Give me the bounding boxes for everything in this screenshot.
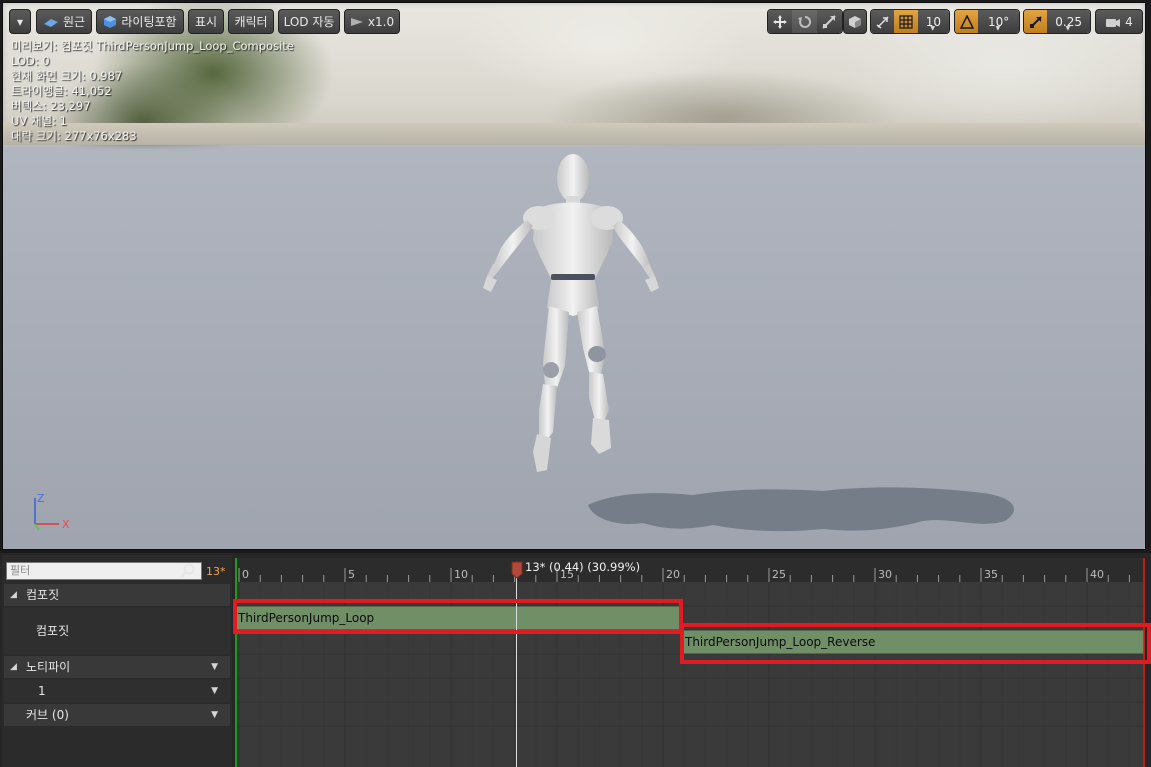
rotation-snap-value[interactable]: 10° ▼ — [978, 10, 1019, 33]
scale-snap-icon — [1029, 15, 1042, 28]
move-arrows-icon — [773, 14, 788, 29]
ruler-tick-label: 5 — [348, 568, 355, 581]
playhead-handle[interactable] — [511, 561, 523, 579]
current-frame-indicator: 13* — [206, 565, 226, 578]
scale-icon — [822, 14, 837, 29]
curves-section-header[interactable]: 커브 (0) ▼ — [4, 704, 230, 726]
notify-section-header[interactable]: ◢ 노티파이 ▼ — [4, 656, 230, 678]
axis-x-label: X — [62, 518, 70, 531]
scale-tool[interactable] — [816, 10, 842, 33]
notify-track-row[interactable]: 1 ▼ — [4, 680, 230, 702]
chevron-down-icon[interactable]: ▼ — [211, 680, 218, 702]
preview-stats: 미리보기: 컴포짓 ThirdPersonJump_Loop_Composite… — [11, 39, 294, 144]
angle-icon — [959, 14, 974, 29]
notify-section-label: 노티파이 — [26, 660, 71, 674]
ruler-tick-label: 35 — [984, 568, 998, 581]
chevron-down-icon[interactable]: ▼ — [211, 656, 218, 678]
composite-section-header[interactable]: ◢ 컴포짓 — [4, 584, 230, 606]
surface-snap-icon — [876, 15, 889, 29]
preview-viewport[interactable]: ▾ 원근 라이팅포함 표시 캐릭터 LOD 자동 x1.0 10 ▼ 10° ▼… — [2, 2, 1146, 550]
viewport-options-menu[interactable]: ▾ — [9, 9, 31, 34]
ruler-tick-label: 30 — [878, 568, 892, 581]
speed-label: x1.0 — [367, 14, 395, 29]
playhead-line — [516, 562, 517, 767]
stat-line: 현재 화면 크기: 0.987 — [11, 69, 123, 83]
grid-icon — [899, 14, 913, 29]
search-icon[interactable] — [180, 563, 196, 579]
perspective-icon — [43, 18, 58, 27]
ruler-tick-label: 10 — [454, 568, 468, 581]
grid-snap-group: 10 ▼ — [870, 9, 950, 34]
chevron-down-icon: ▼ — [930, 25, 936, 32]
stat-line: 미리보기: 컴포짓 ThirdPersonJump_Loop_Composite — [11, 39, 294, 53]
coordinate-space-button[interactable] — [843, 9, 867, 34]
world-cube-icon — [849, 15, 861, 28]
axis-z-label: Z — [37, 492, 45, 505]
translate-tool[interactable] — [768, 10, 793, 33]
filter-input[interactable]: 필터 — [6, 562, 202, 580]
surface-snap-button[interactable] — [871, 10, 895, 33]
composite-track-row[interactable]: 컴포짓 — [4, 608, 230, 654]
chevron-down-icon: ▾ — [16, 14, 24, 29]
rotate-icon — [797, 15, 811, 28]
stat-line: UV 채널: 1 — [11, 114, 67, 128]
play-speed-icon — [350, 17, 363, 26]
ruler-tick-label: 20 — [666, 568, 680, 581]
notify-track-label: 1 — [38, 684, 46, 698]
ruler-tick-label: 25 — [772, 568, 786, 581]
character-button[interactable]: 캐릭터 — [228, 9, 274, 34]
lod-button[interactable]: LOD 자동 — [278, 9, 340, 34]
stat-line: 트라이앵글: 41,052 — [11, 84, 112, 98]
composite-section-label: 컴포짓 — [26, 588, 60, 602]
time-ruler[interactable]: 0 5 10 15 20 25 30 35 40 — [235, 558, 1145, 582]
rotate-tool[interactable] — [792, 10, 817, 33]
show-button[interactable]: 표시 — [188, 9, 224, 34]
rotation-snap-group: 10° ▼ — [954, 9, 1020, 34]
character-label: 캐릭터 — [234, 15, 268, 29]
timeline-panel: 필터 13* ◢ 컴포짓 컴포짓 ◢ 노티파이 ▼ 1 ▼ 커브 (0) ▼ 0… — [0, 553, 1151, 767]
highlight-box — [680, 623, 1151, 664]
grid-snap-value[interactable]: 10 ▼ — [917, 10, 949, 33]
perspective-label: 원근 — [62, 15, 86, 29]
transform-tools — [767, 9, 843, 34]
axis-gizmo: Z X — [34, 492, 70, 531]
grid-snap-toggle[interactable] — [894, 10, 918, 33]
perspective-button[interactable]: 원근 — [36, 9, 92, 34]
lod-label: LOD 자동 — [283, 15, 335, 29]
playback-speed-button[interactable]: x1.0 — [344, 9, 400, 34]
chevron-down-icon[interactable]: ▼ — [211, 704, 218, 726]
highlight-box — [233, 599, 683, 634]
character-shadow — [588, 487, 1014, 532]
playhead-time-label: 13* (0.44) (30.99%) — [525, 560, 641, 574]
scale-snap-toggle[interactable] — [1024, 10, 1048, 33]
lighting-button[interactable]: 라이팅포함 — [96, 9, 184, 34]
track-list: 필터 13* ◢ 컴포짓 컴포짓 ◢ 노티파이 ▼ 1 ▼ 커브 (0) ▼ — [2, 555, 232, 767]
start-marker — [235, 558, 237, 767]
lighting-label: 라이팅포함 — [121, 15, 177, 29]
camera-speed-button[interactable]: 4 — [1095, 9, 1143, 34]
scale-snap-value[interactable]: 0.25 ▼ — [1047, 10, 1090, 33]
rotation-snap-toggle[interactable] — [955, 10, 979, 33]
curves-section-label: 커브 (0) — [26, 708, 69, 722]
camera-icon — [1106, 18, 1121, 27]
collapse-arrow-icon[interactable]: ◢ — [10, 584, 17, 606]
ruler-tick-label: 40 — [1090, 568, 1104, 581]
scale-snap-group: 0.25 ▼ — [1023, 9, 1091, 34]
chevron-down-icon: ▼ — [1065, 25, 1071, 32]
lit-sphere-icon — [104, 15, 117, 28]
stat-line: 대략 크기: 277x76x283 — [11, 129, 137, 143]
camera-speed-label: 4 — [1125, 14, 1133, 29]
show-label: 표시 — [194, 15, 218, 29]
character-mannequin — [483, 154, 659, 472]
chevron-down-icon: ▼ — [995, 25, 1001, 32]
ruler-ticks: 0 5 10 15 20 25 30 35 40 — [238, 568, 1130, 582]
ruler-tick-label: 0 — [242, 568, 249, 581]
composite-track-label: 컴포짓 — [36, 624, 70, 638]
stat-line: LOD: 0 — [11, 54, 50, 68]
stat-line: 버텍스: 23,297 — [11, 99, 91, 113]
collapse-arrow-icon[interactable]: ◢ — [10, 656, 17, 678]
